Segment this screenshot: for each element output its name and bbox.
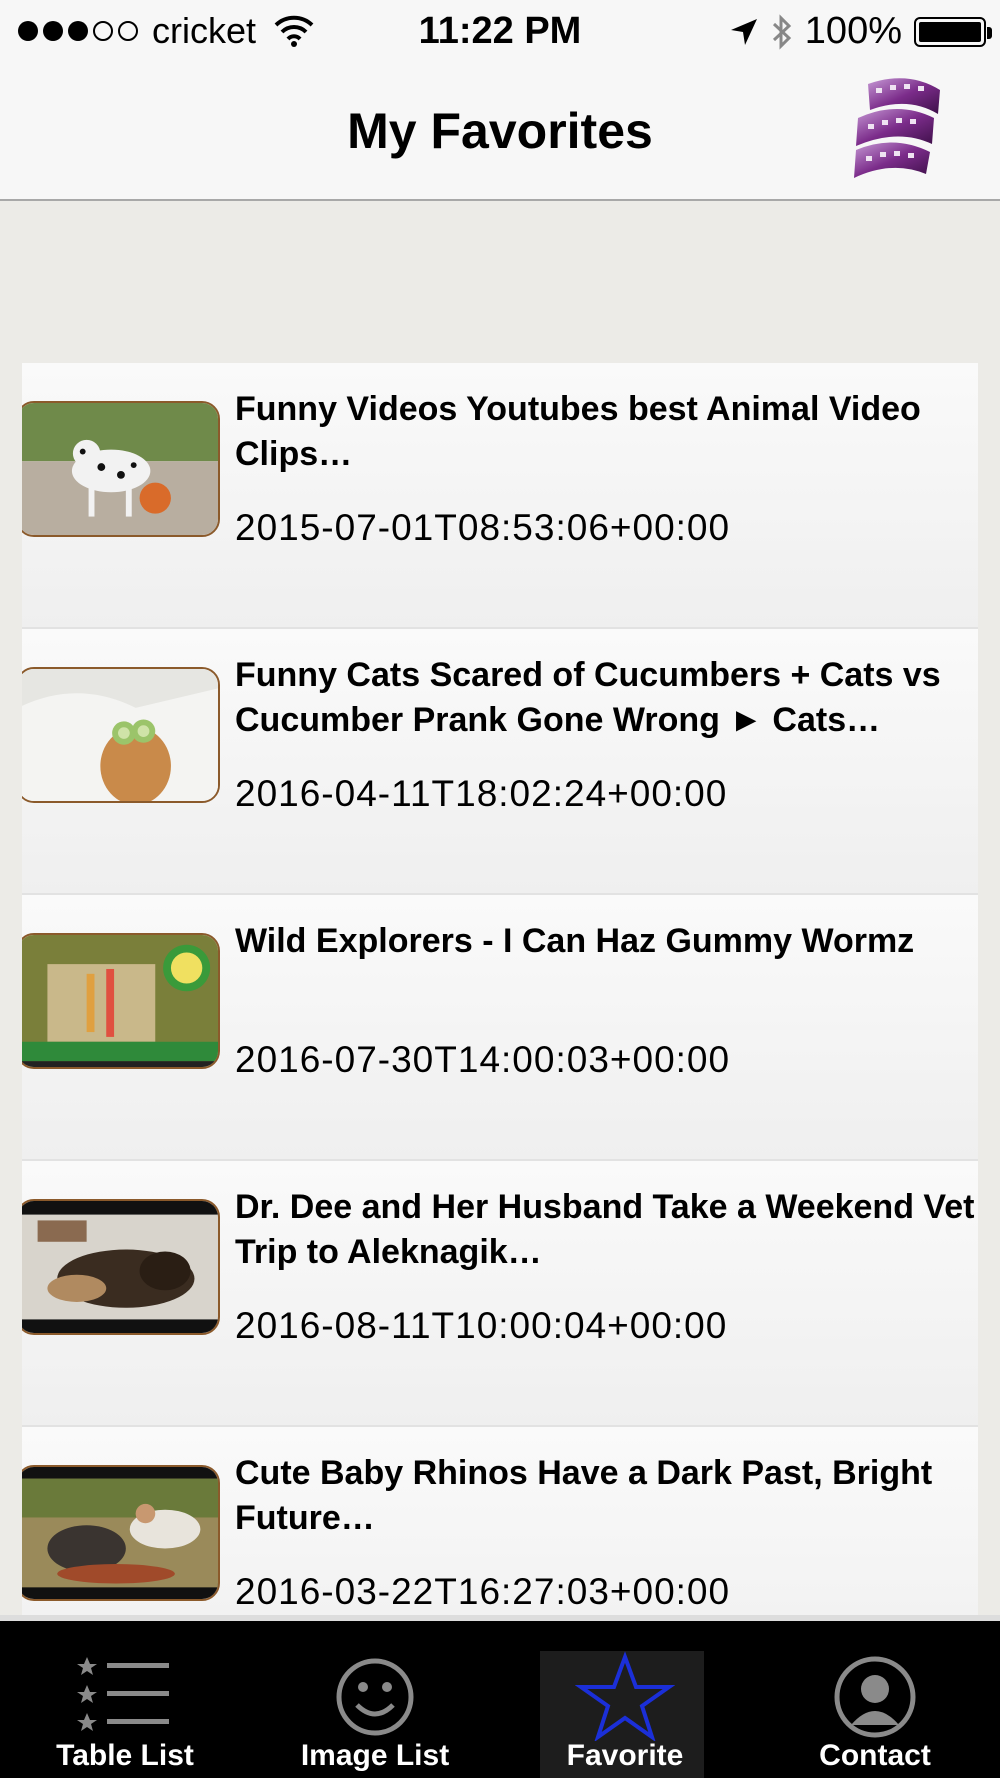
status-bar: cricket 11:22 PM 100% — [0, 0, 1000, 64]
tab-favorite[interactable]: Favorite — [500, 1621, 750, 1778]
video-date: 2016-08-11T10:00:04+00:00 — [235, 1305, 728, 1346]
video-date: 2016-03-22T16:27:03+00:00 — [235, 1571, 731, 1612]
navigation-bar: My Favorites — [0, 64, 1000, 201]
person-icon — [834, 1656, 916, 1738]
video-thumbnail[interactable] — [22, 933, 220, 1069]
star-icon — [575, 1651, 675, 1741]
video-title: Dr. Dee and Her Husband Take a Weekend V… — [235, 1188, 975, 1271]
video-thumbnail[interactable] — [22, 1199, 220, 1335]
status-right: 100% — [729, 10, 992, 53]
video-title: Cute Baby Rhinos Have a Dark Past, Brigh… — [235, 1454, 933, 1537]
video-title: Funny Cats Scared of Cucumbers + Cats vs… — [235, 656, 941, 739]
video-thumbnail[interactable] — [22, 1465, 220, 1601]
banner-area — [0, 201, 1000, 363]
list-item[interactable]: Dr. Dee and Her Husband Take a Weekend V… — [22, 1161, 978, 1427]
tab-label: Favorite — [566, 1739, 684, 1772]
gummy-worms-thumbnail — [22, 935, 218, 1067]
list-item[interactable]: Funny Videos Youtubes best Animal Video … — [22, 363, 978, 629]
smiley-icon — [336, 1658, 414, 1736]
video-date: 2016-04-11T18:02:24+00:00 — [235, 773, 728, 814]
list-item[interactable]: Wild Explorers - I Can Haz Gummy Wormz 2… — [22, 895, 978, 1161]
tab-contact[interactable]: Contact — [750, 1621, 1000, 1778]
tab-bar: Table List Image List Favorite Contact — [0, 1615, 1000, 1778]
favorites-list[interactable]: Funny Videos Youtubes best Animal Video … — [22, 363, 978, 1615]
video-thumbnail[interactable] — [22, 401, 220, 537]
battery-icon — [914, 16, 992, 47]
cat-cucumber-thumbnail — [22, 669, 218, 801]
baby-rhino-thumbnail — [22, 1467, 218, 1599]
battery-percent: 100% — [804, 10, 902, 52]
dalmatian-basketball-thumbnail — [22, 403, 218, 535]
video-title: Funny Videos Youtubes best Animal Video … — [235, 390, 921, 473]
bluetooth-icon — [772, 13, 791, 50]
list-icon — [77, 1657, 169, 1731]
video-thumbnail[interactable] — [22, 667, 220, 803]
location-arrow-icon — [730, 18, 757, 45]
dog-vet-thumbnail — [22, 1201, 218, 1333]
list-item[interactable]: Cute Baby Rhinos Have a Dark Past, Brigh… — [22, 1427, 978, 1615]
tab-table-list[interactable]: Table List — [0, 1621, 250, 1778]
film-reel-icon[interactable] — [848, 74, 948, 182]
video-title: Wild Explorers - I Can Haz Gummy Wormz — [235, 922, 915, 960]
tab-image-list[interactable]: Image List — [250, 1621, 500, 1778]
tab-label: Table List — [56, 1739, 194, 1772]
tab-label: Contact — [819, 1739, 931, 1772]
list-item[interactable]: Funny Cats Scared of Cucumbers + Cats vs… — [22, 629, 978, 895]
video-date: 2016-07-30T14:00:03+00:00 — [235, 1039, 731, 1080]
video-date: 2015-07-01T08:53:06+00:00 — [235, 507, 731, 548]
tab-label: Image List — [300, 1739, 450, 1772]
